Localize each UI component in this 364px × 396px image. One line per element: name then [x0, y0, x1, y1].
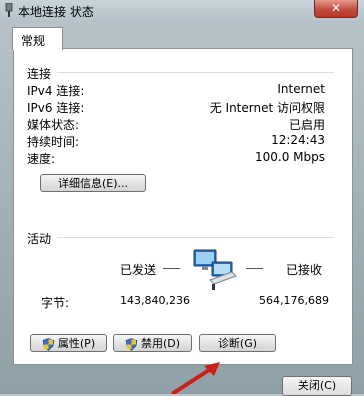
media-state-value: 已启用	[288, 118, 325, 132]
tab-general[interactable]: 常规	[12, 27, 63, 50]
section-connection-divider	[57, 72, 334, 73]
row-ipv6: IPv6 连接: 无 Internet 访问权限	[27, 99, 325, 116]
ipv4-value: Internet	[277, 82, 325, 96]
network-computers-icon	[193, 249, 237, 290]
window-close-button[interactable]: ✕	[314, 0, 358, 18]
bytes-received-value: 564,176,689	[259, 294, 329, 307]
row-media-state: 媒体状态: 已启用	[27, 116, 325, 133]
section-connection-label: 连接	[27, 67, 52, 81]
section-activity-label: 活动	[27, 232, 52, 246]
sent-label: 已发送	[120, 263, 157, 277]
close-button[interactable]: 关闭(C)	[282, 376, 352, 396]
row-ipv4: IPv4 连接: Internet	[27, 82, 325, 99]
diagnose-button[interactable]: 诊断(G)	[199, 334, 276, 352]
duration-value: 12:24:43	[271, 133, 325, 147]
speed-label: 速度:	[27, 152, 56, 166]
ipv6-label: IPv6 连接:	[27, 101, 85, 115]
section-activity-divider	[57, 237, 334, 238]
details-button[interactable]: 详细信息(E)...	[40, 174, 146, 192]
duration-label: 持续时间:	[27, 135, 80, 149]
ipv6-value: 无 Internet 访问权限	[209, 101, 325, 115]
bytes-sent-value: 143,840,236	[120, 294, 190, 307]
tab-general-label: 常规	[21, 34, 46, 48]
media-state-label: 媒体状态:	[27, 118, 80, 132]
properties-button[interactable]: 属性(P)	[30, 334, 107, 352]
properties-button-label: 属性(P)	[57, 337, 96, 350]
bytes-label: 字节:	[41, 296, 70, 310]
uac-shield-icon	[42, 337, 55, 351]
red-pointer-arrow	[170, 362, 220, 394]
disable-button[interactable]: 禁用(D)	[113, 334, 192, 352]
title-bar: 本地连接 状态 ✕	[0, 0, 364, 22]
sent-dash	[163, 268, 180, 269]
speed-value: 100.0 Mbps	[254, 150, 325, 164]
received-dash	[246, 268, 263, 269]
uac-shield-icon	[125, 337, 138, 351]
row-duration: 持续时间: 12:24:43	[27, 133, 325, 150]
network-adapter-icon	[5, 3, 13, 17]
ipv4-label: IPv4 连接:	[27, 84, 85, 98]
row-speed: 速度: 100.0 Mbps	[27, 150, 325, 167]
window-title: 本地连接 状态	[18, 5, 94, 19]
disable-button-label: 禁用(D)	[140, 337, 181, 350]
received-label: 已接收	[286, 263, 323, 277]
